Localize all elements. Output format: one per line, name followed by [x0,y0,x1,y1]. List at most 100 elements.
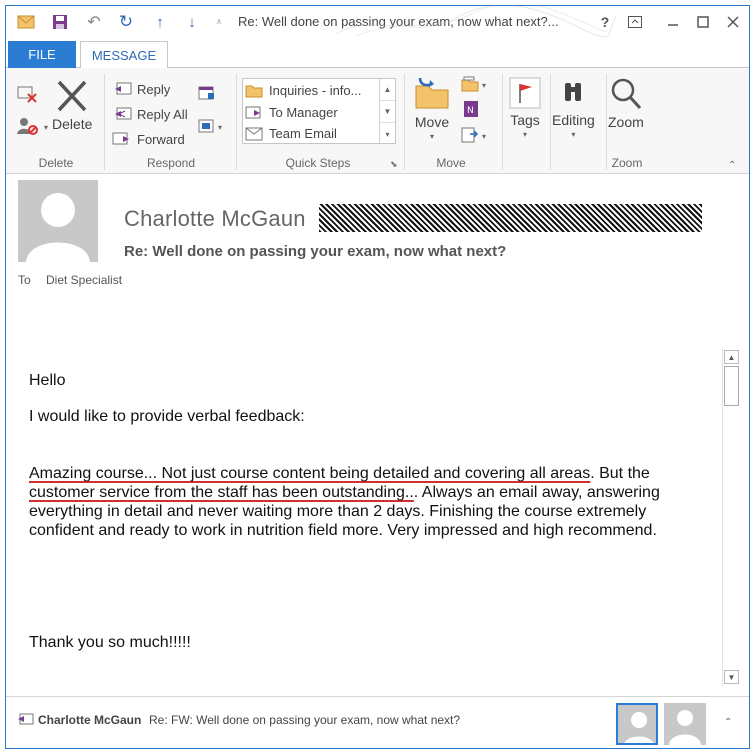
body-scrollbar[interactable]: ▲ ▼ [722,348,739,686]
chevron-down-icon: ▾ [571,130,576,139]
previous-item-icon[interactable]: ↑ [150,12,170,32]
undo-icon[interactable]: ↶ [84,12,104,32]
svg-text:N: N [467,106,474,116]
related-item-subject[interactable]: Re: FW: Well done on passing your exam, … [149,713,460,727]
meeting-icon [198,86,214,100]
group-divider [550,74,551,170]
people-pane-avatar-selected[interactable] [616,703,658,745]
move-folder-icon [415,77,449,109]
help-button[interactable]: ? [594,12,616,32]
rules-icon [461,76,479,92]
expand-gallery-icon[interactable]: ▾ [380,123,395,145]
body-greeting: Hello [29,372,66,389]
tab-message[interactable]: MESSAGE [80,41,168,69]
redacted-email-address [319,204,702,232]
group-label-zoom: Zoom [611,156,643,170]
editing-button[interactable]: Editing ▾ [552,76,595,139]
rules-button[interactable]: ▾ [460,76,486,92]
collapse-ribbon-icon[interactable]: ⌃ [728,160,736,171]
chevron-up-icon[interactable]: ▲ [380,79,395,101]
group-label-quick-steps: Quick Steps [285,156,351,170]
chevron-down-icon[interactable]: ▼ [380,101,395,123]
more-respond-button[interactable]: ▾ [198,118,222,134]
reply-all-button[interactable]: Reply All [112,105,188,123]
quick-steps-scroll: ▲ ▼ ▾ [379,79,395,143]
junk-button[interactable]: ▾ [16,116,48,136]
zoom-label: Zoom [608,114,644,130]
onenote-button[interactable]: N [462,100,480,118]
sender-avatar [18,180,98,262]
forward-button[interactable]: Forward [112,130,185,148]
reply-icon [115,82,132,95]
group-divider [404,74,405,170]
minimize-icon[interactable] [662,12,684,32]
ribbon-display-options-icon[interactable] [624,12,646,32]
junk-icon [17,118,38,135]
recipient-name[interactable]: Diet Specialist [46,273,122,287]
chevron-down-icon: ▾ [522,130,527,139]
team-email-icon [245,127,263,140]
folder-arrow-icon [245,85,263,97]
person-silhouette-icon [624,712,654,743]
outlook-envelope-icon[interactable] [16,12,36,32]
move-button[interactable]: Move ▾ [412,76,452,141]
spelling-underlined-text: customer service from the staff has been… [29,484,414,501]
delete-button[interactable]: Delete [52,78,92,132]
delete-label: Delete [52,116,93,132]
binoculars-icon [565,83,582,101]
quick-step-inquiries[interactable]: Inquiries - info... [245,80,379,101]
ignore-button[interactable] [16,84,38,104]
quick-steps-dialog-launcher-icon[interactable]: ⬊ [390,159,398,170]
people-pane-avatar[interactable] [664,703,706,745]
flag-icon [509,77,541,109]
spelling-underlined-text: Amazing course... Not just course conten… [29,465,591,482]
group-label-delete: Delete [38,156,74,170]
group-label-move: Move [436,156,466,170]
save-icon[interactable] [50,12,70,32]
redo-icon[interactable]: ↻ [116,12,136,32]
group-divider [104,74,105,170]
tags-button[interactable]: Tags ▾ [508,76,542,139]
people-pane: Charlotte McGaun Re: FW: Well done on pa… [6,696,749,748]
close-icon[interactable] [722,12,744,32]
maximize-icon[interactable] [692,12,714,32]
meeting-button[interactable] [198,85,216,101]
more-respond-icon [198,119,214,133]
to-label: To [18,273,31,287]
message-body[interactable]: Hello I would like to provide verbal fee… [6,346,722,686]
next-item-icon[interactable]: ↓ [182,12,202,32]
reply-all-icon [115,107,132,120]
zoom-button[interactable]: Zoom [608,76,644,130]
person-silhouette-icon [669,710,701,745]
group-divider [236,74,237,170]
ribbon-tabs: FILE MESSAGE [6,38,749,69]
quick-step-team-email[interactable]: Team Email [245,123,379,144]
person-silhouette-icon [26,193,90,262]
related-item-sender[interactable]: Charlotte McGaun [38,713,141,727]
scroll-up-icon[interactable]: ▲ [724,350,739,364]
sender-name[interactable]: Charlotte McGaun [124,206,306,232]
scrollbar-thumb[interactable] [724,366,739,406]
ribbon: ▾ Delete Delete Reply Reply All Forward … [6,68,749,174]
decorative-swirl-icon [336,6,616,38]
quick-steps-gallery: Inquiries - info... To Manager Team Emai… [242,78,396,144]
actions-button[interactable]: ▾ [460,126,486,144]
group-label-respond: Respond [146,156,196,170]
scroll-down-icon[interactable]: ▼ [724,670,739,684]
tab-file[interactable]: FILE [8,41,76,68]
body-intro: I would like to provide verbal feedback: [29,408,305,425]
group-divider [502,74,503,170]
reply-envelope-icon [18,713,34,725]
editing-label: Editing [552,112,595,128]
customize-toolbar-icon[interactable]: ⩡ [212,12,226,32]
delete-x-icon [57,80,87,112]
forward-icon [112,132,129,145]
reply-button[interactable]: Reply [112,80,170,98]
body-closing: Thank you so much!!!!! [29,634,191,651]
outlook-message-window: ↶ ↻ ↑ ↓ ⩡ Re: Well done on passing your … [5,5,750,749]
quick-step-to-manager[interactable]: To Manager [245,102,379,123]
ignore-icon [17,86,37,103]
move-label: Move [414,114,450,130]
chevron-up-icon[interactable]: ⌃ [724,717,732,728]
forward-envelope-icon [245,106,261,118]
